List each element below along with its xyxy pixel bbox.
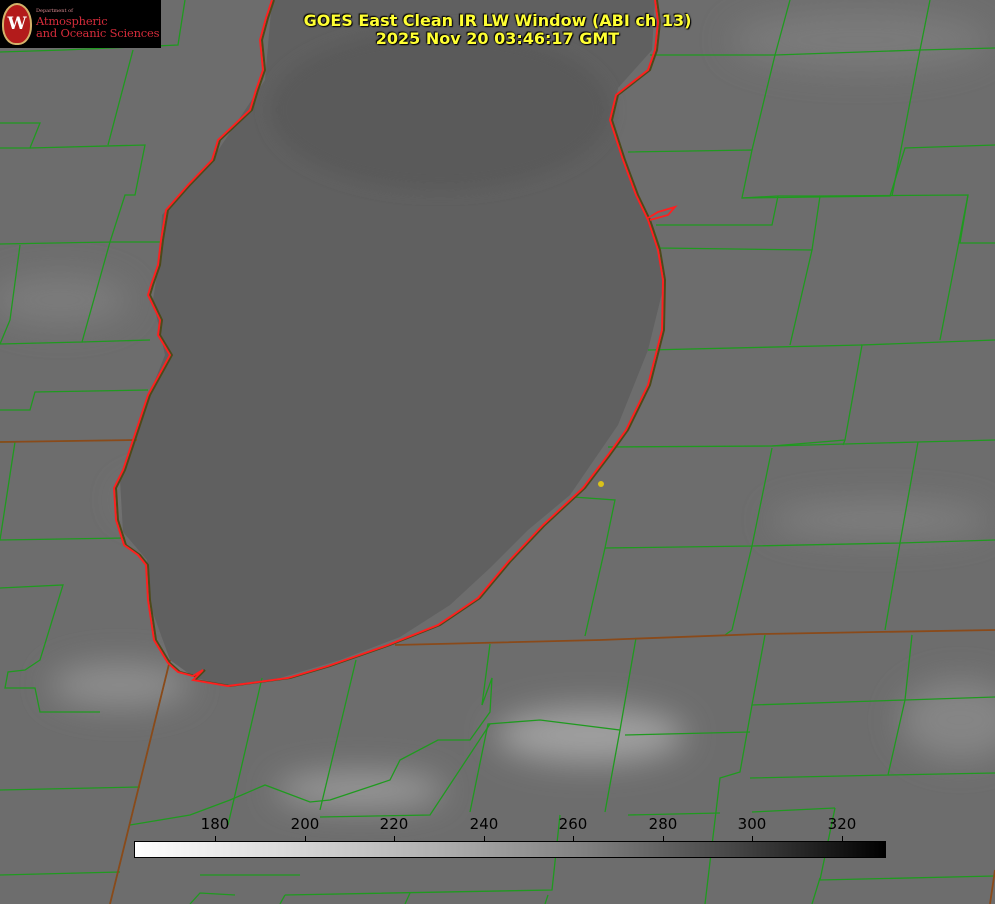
colorbar-tick-label: 180 xyxy=(200,815,230,833)
image-timestamp: 2025 Nov 20 03:46:17 GMT xyxy=(375,29,620,48)
image-title: GOES East Clean IR LW Window (ABI ch 13) xyxy=(303,11,692,30)
satellite-map xyxy=(0,0,995,904)
colorbar-tick-label: 260 xyxy=(558,815,588,833)
station-marker xyxy=(598,481,604,487)
colorbar-tick-label: 240 xyxy=(469,815,499,833)
colorbar-tick-label: 200 xyxy=(290,815,320,833)
colorbar-tick-label: 320 xyxy=(827,815,857,833)
lake-darker-patch xyxy=(270,30,610,190)
colorbar-tick-label: 220 xyxy=(379,815,409,833)
colorbar-tick-label: 300 xyxy=(737,815,767,833)
colorbar-tick-label: 280 xyxy=(648,815,678,833)
temperature-colorbar xyxy=(134,841,886,858)
